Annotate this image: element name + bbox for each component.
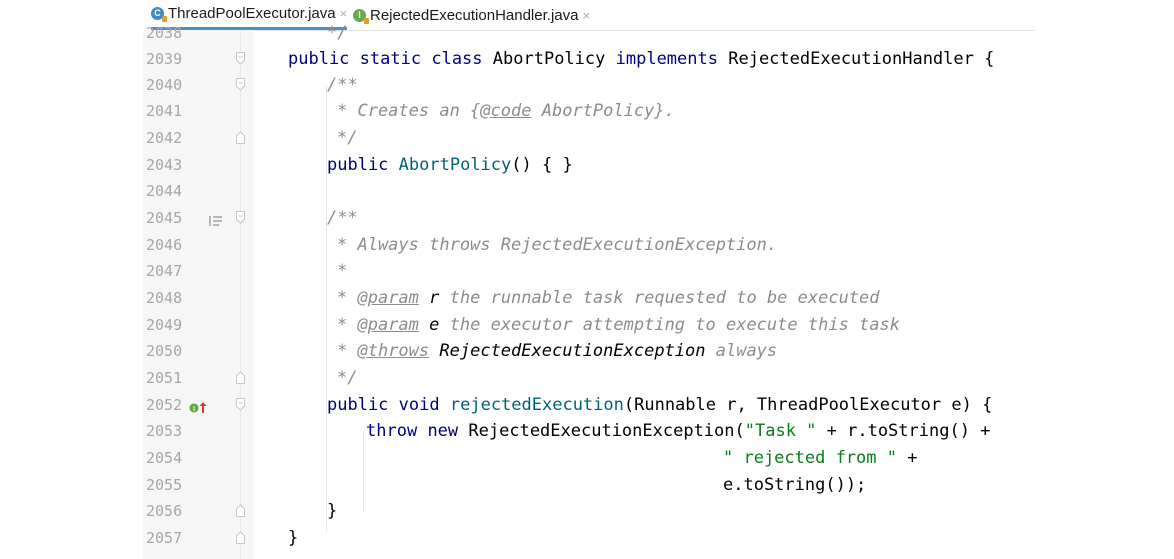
fold-icon[interactable] xyxy=(236,52,245,65)
class-icon: C xyxy=(151,7,167,22)
line-number: 2040 xyxy=(146,76,183,94)
class-name: AbortPolicy xyxy=(492,49,606,69)
string-literal: " rejected from " xyxy=(723,448,897,468)
comment: /** xyxy=(327,208,358,228)
comment: * xyxy=(337,341,358,361)
exception-reference: RejectedExecutionException xyxy=(439,341,706,361)
keyword: implements xyxy=(615,49,718,69)
constructor-name: AbortPolicy xyxy=(398,155,512,175)
line-number: 2042 xyxy=(146,129,183,147)
svg-text:I: I xyxy=(193,406,195,413)
string-literal: "Task " xyxy=(744,421,817,441)
code-line: 2039 public static class AbortPolicy imp… xyxy=(143,46,1035,72)
line-number: 2050 xyxy=(146,342,183,360)
line-number: 2057 xyxy=(146,529,183,547)
type-name: RejectedExecutionHandler { xyxy=(728,49,995,69)
javadoc-tag: @param xyxy=(357,288,419,308)
javadoc-tag: @throws xyxy=(357,341,430,361)
comment: AbortPolicy}. xyxy=(531,101,675,121)
line-number: 2047 xyxy=(146,262,183,280)
code-line: 2051 */ xyxy=(143,365,1035,391)
javadoc-tag: @code xyxy=(480,101,532,121)
line-number: 2049 xyxy=(146,316,183,334)
keyword: static xyxy=(359,49,422,69)
code-text: e.toString()); xyxy=(723,475,867,495)
fold-icon[interactable] xyxy=(236,398,245,411)
keyword: new xyxy=(427,421,459,441)
code-text: () { } xyxy=(511,155,573,175)
line-number: 2038 xyxy=(146,24,183,42)
param-name: e xyxy=(429,315,440,335)
code-line: 2054 " rejected from " + xyxy=(143,445,1035,471)
keyword: throw xyxy=(366,421,418,441)
fold-end-icon[interactable] xyxy=(236,371,245,384)
line-number: 2054 xyxy=(146,449,183,467)
line-number: 2043 xyxy=(146,156,183,174)
fold-end-icon[interactable] xyxy=(236,531,245,544)
rendered-doc-icon[interactable] xyxy=(209,212,223,231)
comment: */ xyxy=(327,23,348,43)
line-number: 2056 xyxy=(146,502,183,520)
comment: /** xyxy=(327,75,358,95)
code-line: 2049 * @param e the executor attempting … xyxy=(143,312,1035,338)
code-text: + r.toString() + xyxy=(816,421,991,441)
code-line: 2042 */ xyxy=(143,125,1035,151)
line-number: 2055 xyxy=(146,476,183,494)
code-text: + xyxy=(897,448,918,468)
code-line: 2050 * @throws RejectedExecutionExceptio… xyxy=(143,338,1035,364)
code-text: (Runnable r, ThreadPoolExecutor e) { xyxy=(623,395,993,415)
comment: * xyxy=(337,261,348,281)
comment: the executor attempting to execute this … xyxy=(439,315,900,335)
keyword: public xyxy=(288,49,350,69)
code-line: 2046 * Always throws RejectedExecutionEx… xyxy=(143,232,1035,258)
keyword: void xyxy=(398,395,440,415)
code-line: 2040 /** xyxy=(143,72,1035,98)
param-name: r xyxy=(429,288,440,308)
keyword: public xyxy=(327,155,389,175)
code-line: 2048 * @param r the runnable task reques… xyxy=(143,285,1035,311)
code-line: 2043 public AbortPolicy() { } xyxy=(143,152,1035,178)
code-line: 2053 throw new RejectedExecutionExceptio… xyxy=(143,418,1035,444)
comment: always xyxy=(705,341,778,361)
line-number: 2041 xyxy=(146,102,183,120)
code-line: 2044 xyxy=(143,178,1035,204)
line-number: 2045 xyxy=(146,209,183,227)
code-line: 2041 * Creates an {@code AbortPolicy}. xyxy=(143,98,1035,124)
line-number: 2053 xyxy=(146,422,183,440)
keyword: public xyxy=(327,395,389,415)
code-line: 2055 e.toString()); xyxy=(143,472,1035,498)
closing-brace: } xyxy=(327,501,338,521)
fold-end-icon[interactable] xyxy=(236,131,245,144)
implements-method-icon[interactable]: I xyxy=(189,399,209,418)
comment: the runnable task requested to be execut… xyxy=(439,288,880,308)
keyword: class xyxy=(431,49,483,69)
comment: * Creates an { xyxy=(337,101,481,121)
fold-end-icon[interactable] xyxy=(236,504,245,517)
comment: */ xyxy=(337,128,358,148)
code-line: 2047 * xyxy=(143,258,1035,284)
line-number: 2051 xyxy=(146,369,183,387)
code-text: RejectedExecutionException( xyxy=(468,421,745,441)
line-number: 2044 xyxy=(146,182,183,200)
fold-icon[interactable] xyxy=(236,78,245,91)
javadoc-tag: @param xyxy=(357,315,419,335)
fold-icon[interactable] xyxy=(236,211,245,224)
code-line: 2038 */ xyxy=(143,20,1035,46)
code-line: 2045 /** xyxy=(143,205,1035,231)
line-number: 2048 xyxy=(146,289,183,307)
method-name: rejectedExecution xyxy=(449,395,624,415)
line-number: 2046 xyxy=(146,236,183,254)
code-line: 2052 I public void rejectedExecution(Run… xyxy=(143,392,1035,418)
close-icon[interactable]: × xyxy=(340,6,348,21)
comment: * Always throws RejectedExecutionExcepti… xyxy=(337,235,778,255)
closing-brace: } xyxy=(288,528,299,548)
line-number: 2039 xyxy=(146,50,183,68)
code-line: 2056 } xyxy=(143,498,1035,524)
code-editor[interactable]: C ThreadPoolExecutor.java × I RejectedEx… xyxy=(143,0,1035,559)
comment: */ xyxy=(337,368,358,388)
comment: * xyxy=(337,315,358,335)
comment: * xyxy=(337,288,358,308)
line-number: 2052 xyxy=(146,396,183,414)
code-line: 2057 } xyxy=(143,525,1035,551)
